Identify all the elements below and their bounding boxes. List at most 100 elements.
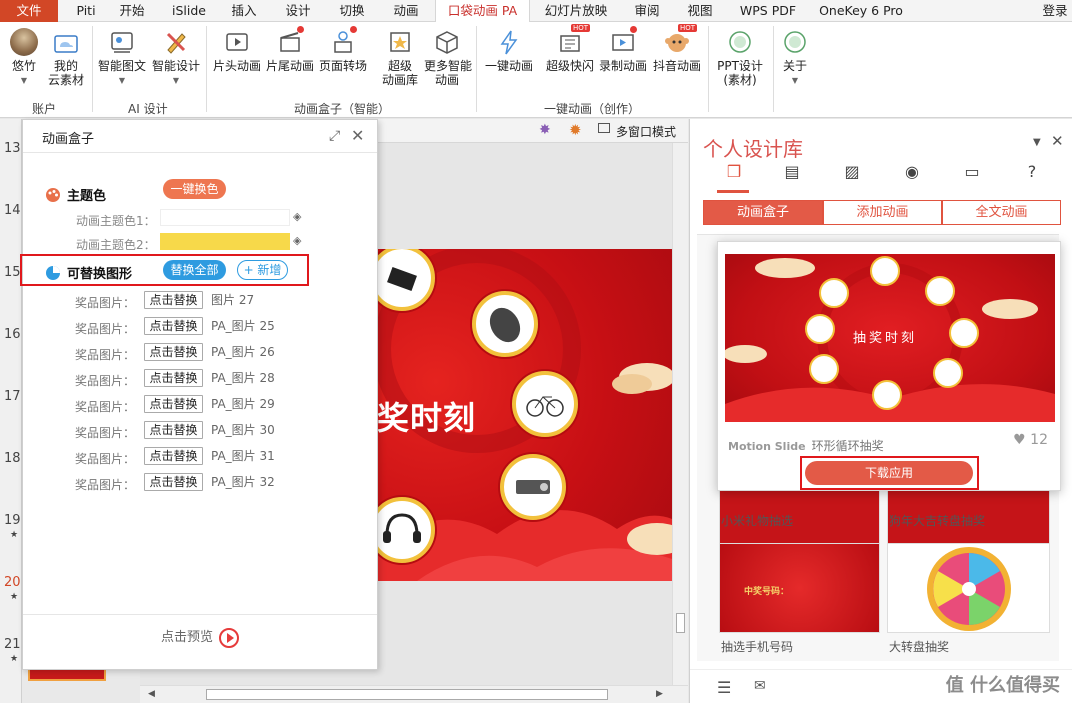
super-fast-flash-button[interactable]: HOT 超级快闪 [544, 24, 596, 73]
tab-animation-box[interactable]: 动画盒子 [703, 200, 823, 225]
slide-canvas[interactable]: 奖时刻 [377, 249, 672, 581]
menu-tab-home[interactable]: 开始 [112, 0, 152, 22]
more-smart-animation-button[interactable]: 更多智能 动画 [424, 28, 472, 87]
slide-number[interactable]: 21 [4, 637, 21, 652]
cloud-label-1: 我的 [53, 59, 78, 73]
menu-tab-transitions[interactable]: 切换 [332, 0, 372, 22]
slide-number[interactable]: 15 [4, 265, 21, 280]
menu-icon[interactable]: ☰ [717, 678, 731, 697]
menu-tab-onekey[interactable]: OneKey 6 Pro [816, 0, 906, 22]
click-replace-button[interactable]: 点击替换 [144, 369, 203, 387]
magic-wand-icon[interactable]: ✸ [539, 122, 551, 138]
click-replace-button[interactable]: 点击替换 [144, 343, 203, 361]
help-icon[interactable]: ? [1021, 161, 1043, 183]
hot-badge: HOT [677, 24, 697, 32]
gear-icon[interactable]: ✹ [569, 121, 582, 139]
like-count[interactable]: ♥ 12 [1013, 432, 1048, 448]
one-click-animation-button[interactable]: 一键动画 [482, 28, 536, 73]
scroll-thumb[interactable] [206, 689, 608, 700]
menu-tab-insert[interactable]: 插入 [224, 0, 264, 22]
slide-number-current[interactable]: 20 [4, 575, 21, 590]
template-preview-image[interactable]: 抽奖时刻 [725, 254, 1055, 422]
super-animation-library-button[interactable]: 超级 动画库 [378, 28, 422, 87]
smart-pic-label: 智能图文 [97, 59, 146, 73]
slide-number[interactable]: 13 [4, 141, 21, 156]
menu-tab-review[interactable]: 审阅 [627, 0, 667, 22]
picture-name: PA_图片 30 [211, 423, 275, 437]
drive-icon[interactable]: ▭ [961, 161, 983, 183]
feedback-icon[interactable]: ✉ [754, 678, 766, 694]
menu-tab-slideshow[interactable]: 幻灯片放映 [540, 0, 612, 22]
prize-image-laptop[interactable] [377, 249, 435, 311]
horizontal-scrollbar[interactable]: ◀ ▶ [140, 685, 688, 703]
menu-tab-islide[interactable]: iSlide [166, 0, 212, 22]
lightbulb-icon[interactable]: ◉ [901, 161, 923, 183]
page-transition-button[interactable]: 页面转场 [317, 26, 369, 73]
menu-tab-pocket-animation[interactable]: 口袋动画 PA [435, 0, 530, 23]
click-replace-button[interactable]: 点击替换 [144, 447, 203, 465]
vertical-scrollbar[interactable] [672, 143, 688, 703]
close-icon[interactable]: ✕ [351, 126, 364, 145]
click-replace-button[interactable]: 点击替换 [144, 395, 203, 413]
replace-all-button[interactable]: 替换全部 [163, 260, 226, 280]
login-link[interactable]: 登录 [1040, 0, 1070, 22]
chevron-down-icon[interactable]: ▼ [1033, 137, 1041, 148]
slide-title[interactable]: 奖时刻 [377, 393, 476, 439]
ppt-design-material-button[interactable]: PPT设计 (素材) [712, 28, 768, 87]
add-image-icon[interactable]: ▨ [841, 161, 863, 183]
douyin-animation-button[interactable]: HOT 抖音动画 [651, 24, 703, 73]
click-replace-button[interactable]: 点击替换 [144, 473, 203, 491]
menu-tab-wps-pdf[interactable]: WPS PDF [736, 0, 800, 22]
add-new-button[interactable]: + 新增 [237, 260, 288, 280]
download-apply-button[interactable]: 下载应用 [805, 461, 973, 485]
prize-image-projector[interactable] [500, 454, 566, 520]
menu-tab-piti[interactable]: Piti [66, 0, 106, 22]
collapse-icon[interactable]: ⤢ [329, 128, 340, 144]
theme-color-2-swatch[interactable] [160, 233, 290, 250]
tab-add-animation[interactable]: 添加动画 [823, 200, 942, 225]
template-card-image[interactable] [887, 543, 1050, 633]
click-replace-button[interactable]: 点击替换 [144, 421, 203, 439]
paint-bucket-icon[interactable]: ◈ [293, 210, 301, 223]
prize-image-label: 奖品图片： [75, 400, 136, 414]
about-button[interactable]: 关于 ▼ [777, 28, 813, 88]
slide-number[interactable]: 16 [4, 327, 21, 342]
menu-tab-view[interactable]: 视图 [680, 0, 720, 22]
scroll-thumb[interactable] [676, 613, 685, 633]
paint-bucket-icon[interactable]: ◈ [293, 234, 301, 247]
slide-number[interactable]: 19 [4, 513, 21, 528]
slide-number[interactable]: 14 [4, 203, 21, 218]
cube-icon[interactable]: ❒ [723, 161, 745, 183]
click-replace-button[interactable]: 点击替换 [144, 291, 203, 309]
click-replace-button[interactable]: 点击替换 [144, 317, 203, 335]
menu-tab-animations[interactable]: 动画 [386, 0, 426, 22]
slide-number[interactable]: 17 [4, 389, 21, 404]
one-click-color-button[interactable]: 一键换色 [163, 179, 226, 199]
prize-image-mouse[interactable] [472, 291, 538, 357]
scroll-left-icon[interactable]: ◀ [148, 689, 155, 699]
head-animation-button[interactable]: 片头动画 [211, 28, 263, 73]
cloud-material-button[interactable]: 我的 云素材 [46, 28, 86, 87]
presentation-icon[interactable]: ▤ [781, 161, 803, 183]
one-click-animation-label: 一键动画 [484, 59, 533, 73]
scroll-right-icon[interactable]: ▶ [656, 689, 663, 699]
template-card-image[interactable]: 中奖号码： [719, 543, 880, 633]
menu-tab-design[interactable]: 设计 [278, 0, 318, 22]
theme-color-1-swatch[interactable] [160, 209, 290, 226]
smart-design-button[interactable]: 智能设计 ▼ [150, 28, 202, 88]
menu-tab-file[interactable]: 文件 [0, 0, 58, 22]
tab-full-text-animation[interactable]: 全文动画 [942, 200, 1061, 225]
preview-button[interactable]: 点击预览 [23, 626, 377, 648]
prize-image-headphones[interactable] [377, 497, 435, 563]
tail-animation-button[interactable]: 片尾动画 [264, 26, 316, 73]
prize-image-bicycle[interactable] [512, 371, 578, 437]
group-label-ai: AI 设计 [128, 102, 168, 116]
record-animation-button[interactable]: 录制动画 [597, 26, 649, 73]
smart-pic-button[interactable]: 智能图文 ▼ [96, 28, 148, 88]
close-icon[interactable]: ✕ [1051, 132, 1064, 150]
user-account-button[interactable]: 悠竹 ▼ [4, 28, 44, 88]
prize-image-label: 奖品图片： [75, 452, 136, 466]
slide-number[interactable]: 18 [4, 451, 21, 466]
multi-window-mode[interactable]: 多窗口模式 [616, 123, 676, 140]
prize-image-label: 奖品图片： [75, 374, 136, 388]
